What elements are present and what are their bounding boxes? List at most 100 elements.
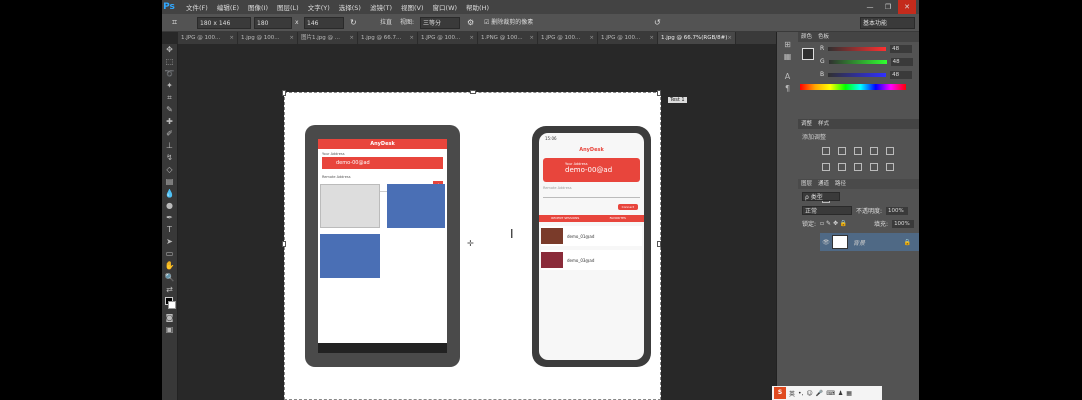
close-icon[interactable]: × [529,32,534,44]
close-icon[interactable]: × [649,32,654,44]
tab-paths[interactable]: 路径 [835,179,846,189]
view-select[interactable]: 三等分 [420,17,460,29]
menu-file[interactable]: 文件(F) [186,2,208,12]
canvas-area[interactable]: AnyDesk Your Address demo-00@ad Remote A… [178,44,776,400]
color-swatches-icon[interactable] [164,297,176,311]
tab-recent[interactable]: RECENT SESSIONS [539,215,592,222]
close-icon[interactable]: × [229,32,234,44]
paragraph-icon[interactable]: ¶ [783,84,793,94]
screen-mode-icon[interactable]: ▣ [165,325,175,335]
menu-edit[interactable]: 编辑(E) [217,2,239,12]
blue-input[interactable]: 48 [890,70,913,79]
tab-layers[interactable]: 图层 [801,179,812,189]
layer-kind-select[interactable]: ρ 类型 [802,192,840,201]
punctuation-icon[interactable]: •, [798,390,803,397]
tab-doc-7[interactable]: 1.JPG @ 100... × [538,32,598,44]
eyedropper-tool-icon[interactable]: ✎ [165,105,175,115]
tab-styles[interactable]: 样式 [818,119,829,129]
properties-icon[interactable]: ▦ [783,52,793,62]
tab-doc-active[interactable]: 1.jpg @ 66.7%(RGB/8#) × [658,32,736,44]
quick-mask-icon[interactable]: ◙ [165,313,175,323]
tab-doc-8[interactable]: 1.JPG @ 100... × [598,32,658,44]
keyboard-icon[interactable]: ⌨ [826,390,835,397]
crop-tool-icon[interactable]: ⌗ [165,93,175,103]
layer-filter[interactable]: ρ 类型 [802,190,840,203]
close-button[interactable]: ✕ [898,0,916,14]
tab-doc-4[interactable]: 1.jpg @ 66.7... × [358,32,418,44]
eye-icon[interactable]: 👁 [820,239,832,246]
foreground-color[interactable] [802,48,814,60]
brush-tool-icon[interactable]: ✐ [165,129,175,139]
gear-icon[interactable]: ⚙ [467,17,474,29]
red-input[interactable]: 48 [890,44,913,53]
color-spectrum[interactable] [800,84,906,90]
menu-image[interactable]: 图像(I) [248,2,268,12]
close-icon[interactable]: × [727,32,732,44]
menu-select[interactable]: 选择(S) [339,2,361,12]
brightness-icon[interactable] [822,147,830,155]
move-tool-icon[interactable]: ✥ [165,45,175,55]
close-icon[interactable]: × [289,32,294,44]
straighten-label[interactable]: 拉直 [380,17,392,29]
lock-icons[interactable]: ▫ ✎ ✥ 🔒 [820,220,870,227]
crop-handle[interactable] [470,90,476,94]
opacity-input[interactable]: 100% [886,206,909,215]
vibrance-icon[interactable] [886,147,894,155]
history-icon[interactable]: ⊞ [783,40,793,50]
exposure-icon[interactable] [870,147,878,155]
session-thumbnail[interactable] [320,184,380,228]
rotate-icon[interactable]: ↻ [350,17,357,29]
tab-doc-3[interactable]: 图片1.jpg @ ... × [298,32,358,44]
levels-icon[interactable] [838,147,846,155]
hand-tool-icon[interactable]: ✋ [165,261,175,271]
crop-handle[interactable] [282,90,286,96]
pen-tool-icon[interactable]: ✒ [165,213,175,223]
menu-filter[interactable]: 滤镜(T) [370,2,392,12]
height-input[interactable]: 146 [304,17,344,29]
skin-icon[interactable]: ♟ [838,390,843,397]
healing-tool-icon[interactable]: ✚ [165,117,175,127]
gradient-tool-icon[interactable]: ▤ [165,177,175,187]
session-thumbnail[interactable] [387,184,445,228]
close-icon[interactable]: × [349,32,354,44]
balance-icon[interactable] [838,163,846,171]
layer-row-background[interactable]: 👁 背景 🔒 [820,233,919,251]
crop-icon[interactable]: ⌗ [172,17,177,29]
photo-filter-icon[interactable] [870,163,878,171]
mixer-icon[interactable] [886,163,894,171]
shape-tool-icon[interactable]: ▭ [165,249,175,259]
type-tool-icon[interactable]: T [165,225,175,235]
path-select-icon[interactable]: ➤ [165,237,175,247]
blur-tool-icon[interactable]: 💧 [165,189,175,199]
green-slider[interactable] [828,59,887,64]
menu-layer[interactable]: 图层(L) [277,2,299,12]
emoji-icon[interactable]: ☺ [806,390,812,397]
history-brush-icon[interactable]: ↯ [165,153,175,163]
tab-doc-2[interactable]: 1.jpg @ 100... × [238,32,298,44]
list-item[interactable]: demo_01@ad [541,226,642,246]
phone-remote-input[interactable]: Remote Address [543,186,640,198]
zoom-tool-icon[interactable]: 🔍 [165,273,175,283]
lasso-tool-icon[interactable]: ➰ [165,69,175,79]
tab-channels[interactable]: 通道 [818,179,829,189]
tools-icon[interactable]: ▦ [846,390,852,397]
restore-button[interactable]: ❐ [880,0,896,14]
red-slider[interactable] [828,46,887,51]
blue-slider[interactable] [828,72,887,77]
tab-adjustments[interactable]: 调整 [801,119,812,129]
ime-language[interactable]: 英 [789,389,795,398]
swap-colors-icon[interactable]: ⇄ [165,285,175,295]
close-icon[interactable]: × [409,32,414,44]
hue-icon[interactable] [822,163,830,171]
crop-handle[interactable] [282,241,286,247]
workspace-select[interactable]: 基本功能 [860,17,915,29]
green-input[interactable]: 48 [890,57,913,66]
mic-icon[interactable]: 🎤 [816,390,823,397]
eraser-tool-icon[interactable]: ◇ [165,165,175,175]
tab-swatches[interactable]: 色板 [818,32,829,42]
tab-doc-5[interactable]: 1.JPG @ 100... × [418,32,478,44]
close-icon[interactable]: × [589,32,594,44]
menu-help[interactable]: 帮助(H) [466,2,489,12]
connect-button[interactable]: Connect [617,204,638,210]
blend-mode-select[interactable]: 正常 [802,206,852,215]
